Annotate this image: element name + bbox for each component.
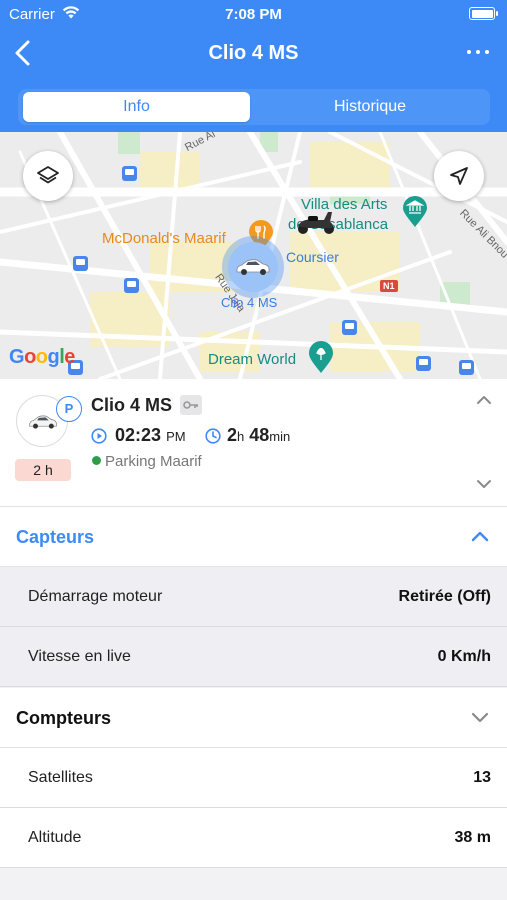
museum-pin-icon (403, 196, 427, 227)
segmented-control: Info Historique (18, 89, 490, 125)
vehicle-name: Clio 4 MS (91, 395, 173, 415)
transit-stop-icon (416, 356, 431, 371)
chevron-down-icon (471, 712, 489, 723)
section-title: Capteurs (16, 527, 95, 547)
row-value: 38 m (454, 829, 491, 846)
vehicle-marker-label: Clio 4 MS (221, 295, 278, 310)
status-dot (92, 456, 101, 465)
parked-duration-badge: 2 h (15, 459, 71, 481)
google-logo: Google (9, 346, 75, 368)
navigation-arrow-icon (450, 167, 468, 185)
parked-since-time: 02:23 PM (115, 425, 186, 445)
row-label: Démarrage moteur (28, 588, 163, 605)
chevron-up-icon (471, 531, 489, 542)
counter-row: Satellites 13 (0, 748, 507, 808)
poi-label-courier: Coursier (286, 249, 339, 265)
section-title: Compteurs (16, 708, 112, 728)
park-pin-icon (309, 341, 333, 373)
transit-stop-icon (122, 166, 137, 181)
location-row: Parking Maarif (92, 453, 202, 470)
row-label: Satellites (28, 769, 93, 786)
clock-icon (205, 428, 221, 444)
row-value: Retirée (Off) (398, 588, 491, 605)
battery-icon (469, 7, 498, 20)
status-clock: 7:08 PM (225, 6, 282, 23)
play-circle-icon (91, 428, 107, 444)
scooter-icon (298, 212, 334, 234)
row-value: 13 (473, 769, 491, 786)
car-icon (236, 259, 270, 275)
poi-label-restaurant: McDonald's Maarif (102, 230, 226, 247)
sensor-row: Vitesse en live 0 Km/h (0, 627, 507, 687)
more-options-button[interactable] (467, 44, 489, 60)
parking-badge: P (56, 396, 82, 422)
my-location-button[interactable] (434, 151, 484, 201)
key-icon (180, 395, 202, 415)
parked-duration: 2h 48min (227, 425, 291, 445)
map-view[interactable]: Rue Al Rue Jaja Rue Ali Bnou McDonald's … (0, 132, 507, 379)
transit-stop-icon (124, 278, 139, 293)
tab-historique[interactable]: Historique (254, 92, 486, 122)
road-badge: N1 (380, 280, 398, 292)
map-layers-button[interactable] (23, 151, 73, 201)
transit-stop-icon (342, 320, 357, 335)
poi-label-park: Dream World (208, 351, 297, 368)
transit-stop-icon (73, 256, 88, 271)
tab-info[interactable]: Info (23, 92, 250, 122)
counter-row: Altitude 38 m (0, 808, 507, 868)
vehicle-summary-card[interactable]: P 2 h Clio 4 MS 02:23 PM 2h 48min Parkin… (0, 379, 507, 507)
layers-icon (37, 166, 59, 184)
row-value: 0 Km/h (437, 648, 491, 665)
page-title: Clio 4 MS (208, 42, 299, 64)
car-icon (29, 415, 57, 429)
more-dots-icon (467, 50, 471, 54)
compteurs-section-header[interactable]: Compteurs (0, 688, 507, 748)
row-label: Altitude (28, 829, 82, 846)
location-name: Parking Maarif (105, 453, 202, 470)
capteurs-section-header[interactable]: Capteurs (0, 507, 507, 567)
app-header: Carrier 7:08 PM Clio 4 MS Info Historiqu… (0, 0, 507, 132)
row-label: Vitesse en live (28, 648, 131, 665)
transit-stop-icon (459, 360, 474, 375)
sensor-row: Démarrage moteur Retirée (Off) (0, 567, 507, 627)
vehicle-marker[interactable] (222, 236, 284, 298)
chevron-up-icon[interactable] (476, 395, 492, 405)
chevron-down-icon[interactable] (476, 479, 492, 489)
status-bar: Carrier 7:08 PM (0, 0, 507, 28)
